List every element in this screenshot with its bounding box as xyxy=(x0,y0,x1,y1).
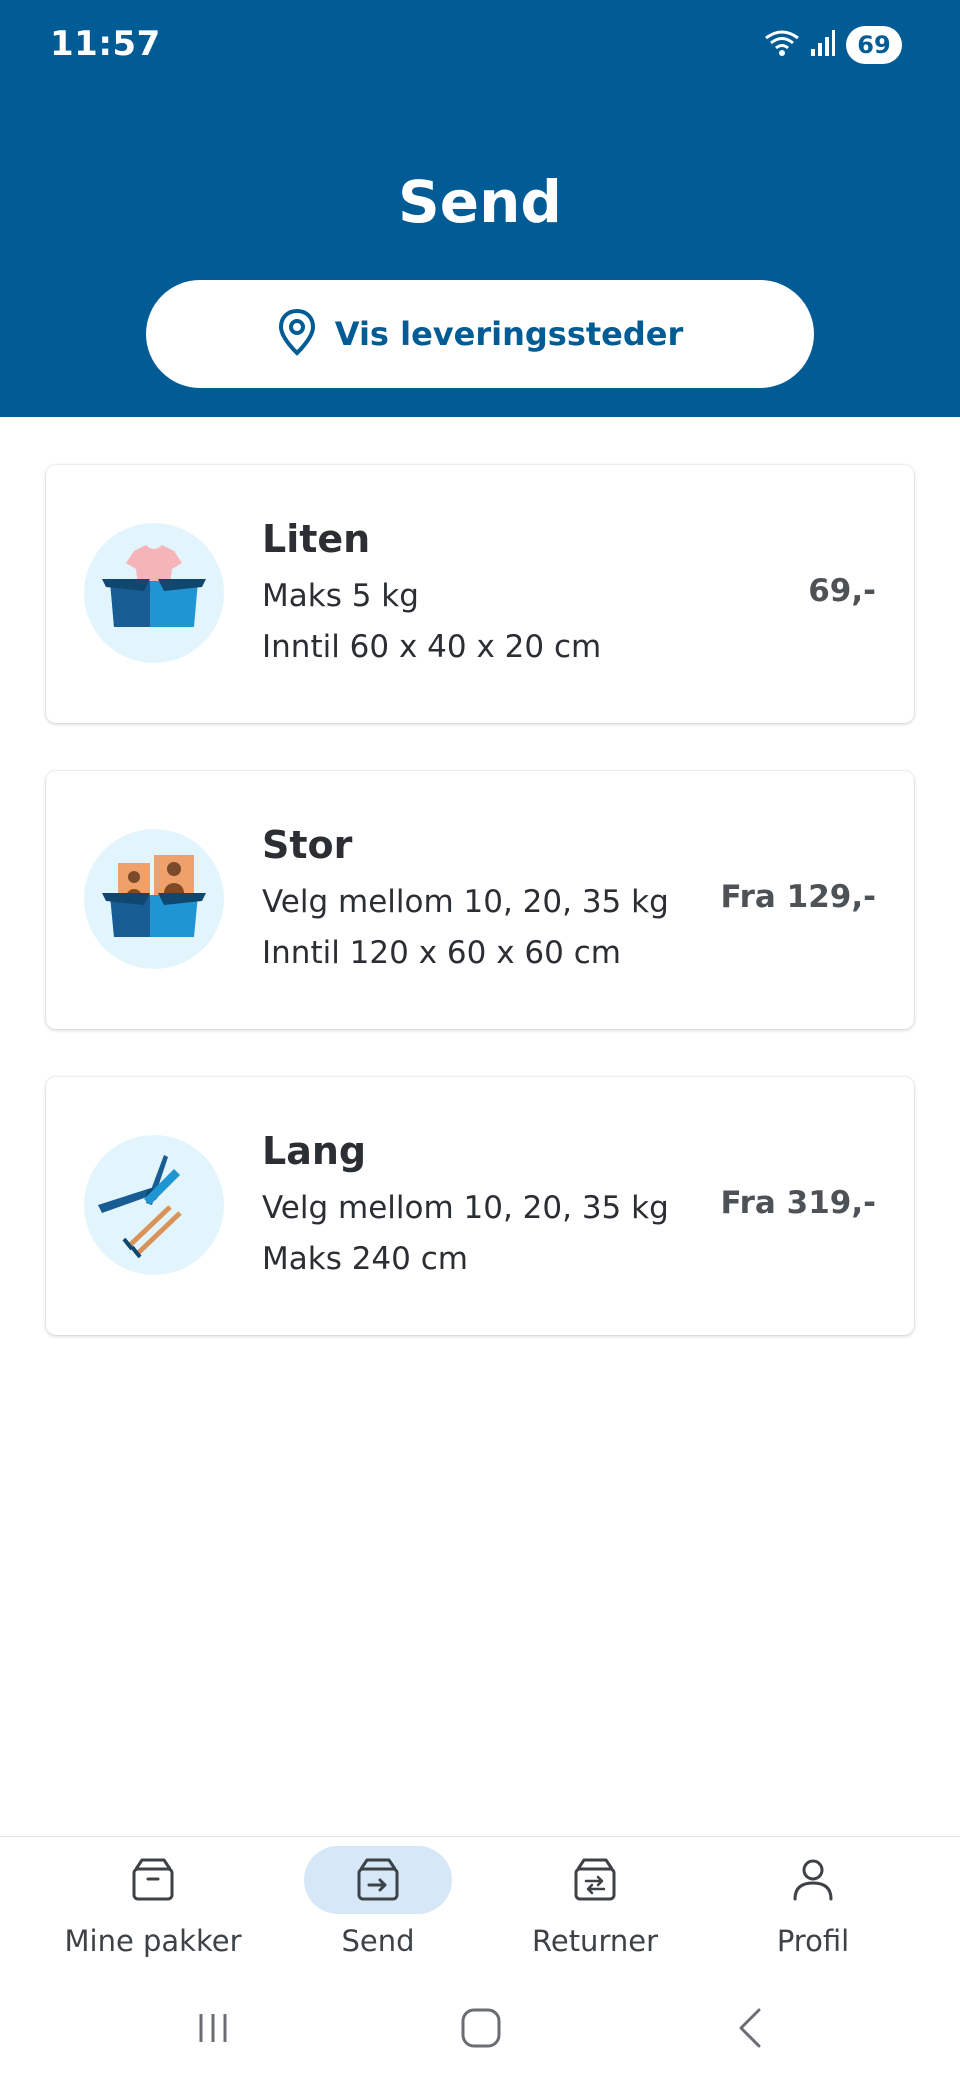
nav-label: Mine pakker xyxy=(64,1924,242,1958)
tools-skis-icon xyxy=(84,1135,224,1275)
package-price: 69,- xyxy=(808,573,876,609)
signal-icon xyxy=(810,29,836,61)
package-weight: Maks 5 kg xyxy=(262,578,419,614)
nav-item-my-packages[interactable]: Mine pakker xyxy=(43,1837,263,1979)
package-weight: Velg mellom 10, 20, 35 kg xyxy=(262,1190,669,1226)
back-icon[interactable] xyxy=(711,1998,791,2058)
nav-item-return[interactable]: Returner xyxy=(485,1837,705,1979)
nav-item-send[interactable]: Send xyxy=(268,1837,488,1979)
header: 11:57 69 Send Vis leveringssteder xyxy=(0,0,960,417)
nav-item-profile[interactable]: Profil xyxy=(703,1837,923,1979)
package-dimensions: Inntil 60 x 40 x 20 cm xyxy=(262,629,602,665)
package-card-large[interactable]: Stor Velg mellom 10, 20, 35 kg Inntil 12… xyxy=(46,771,914,1029)
wifi-icon xyxy=(764,28,800,62)
package-card-text: Lang Velg mellom 10, 20, 35 kg Maks 240 … xyxy=(262,1129,669,1285)
status-bar: 11:57 69 xyxy=(0,0,960,92)
package-send-icon xyxy=(304,1846,452,1914)
nav-label: Send xyxy=(341,1924,415,1958)
battery-icon: 69 xyxy=(846,26,902,64)
package-price: Fra 129,- xyxy=(720,879,876,915)
package-card-text: Stor Velg mellom 10, 20, 35 kg Inntil 12… xyxy=(262,823,669,979)
home-icon[interactable] xyxy=(441,1998,521,2058)
nav-label: Returner xyxy=(532,1924,658,1958)
package-title: Stor xyxy=(262,823,353,867)
show-delivery-locations-button[interactable]: Vis leveringssteder xyxy=(146,280,814,388)
person-icon xyxy=(739,1846,887,1914)
package-price: Fra 319,- xyxy=(720,1185,876,1221)
package-return-icon xyxy=(521,1846,669,1914)
package-title: Lang xyxy=(262,1129,367,1173)
package-title: Liten xyxy=(262,517,371,561)
package-card-small[interactable]: Liten Maks 5 kg Inntil 60 x 40 x 20 cm 6… xyxy=(46,465,914,723)
recent-apps-icon[interactable] xyxy=(173,1998,253,2058)
package-dimensions: Inntil 120 x 60 x 60 cm xyxy=(262,935,621,971)
location-button-label: Vis leveringssteder xyxy=(334,315,684,353)
bottom-navigation: Mine pakker Send Returner Profil xyxy=(0,1836,960,1979)
status-icons: 69 xyxy=(764,26,902,64)
speakers-box-icon xyxy=(84,829,224,969)
package-card-text: Liten Maks 5 kg Inntil 60 x 40 x 20 cm xyxy=(262,517,601,673)
location-pin-icon xyxy=(277,308,317,360)
package-weight: Velg mellom 10, 20, 35 kg xyxy=(262,884,669,920)
page-title: Send xyxy=(398,168,562,236)
package-icon xyxy=(79,1846,227,1914)
tshirt-box-icon xyxy=(84,523,224,663)
package-dimensions: Maks 240 cm xyxy=(262,1241,468,1277)
status-time: 11:57 xyxy=(50,24,161,64)
package-card-long[interactable]: Lang Velg mellom 10, 20, 35 kg Maks 240 … xyxy=(46,1077,914,1335)
system-navigation-bar xyxy=(0,1978,960,2080)
nav-label: Profil xyxy=(776,1924,850,1958)
